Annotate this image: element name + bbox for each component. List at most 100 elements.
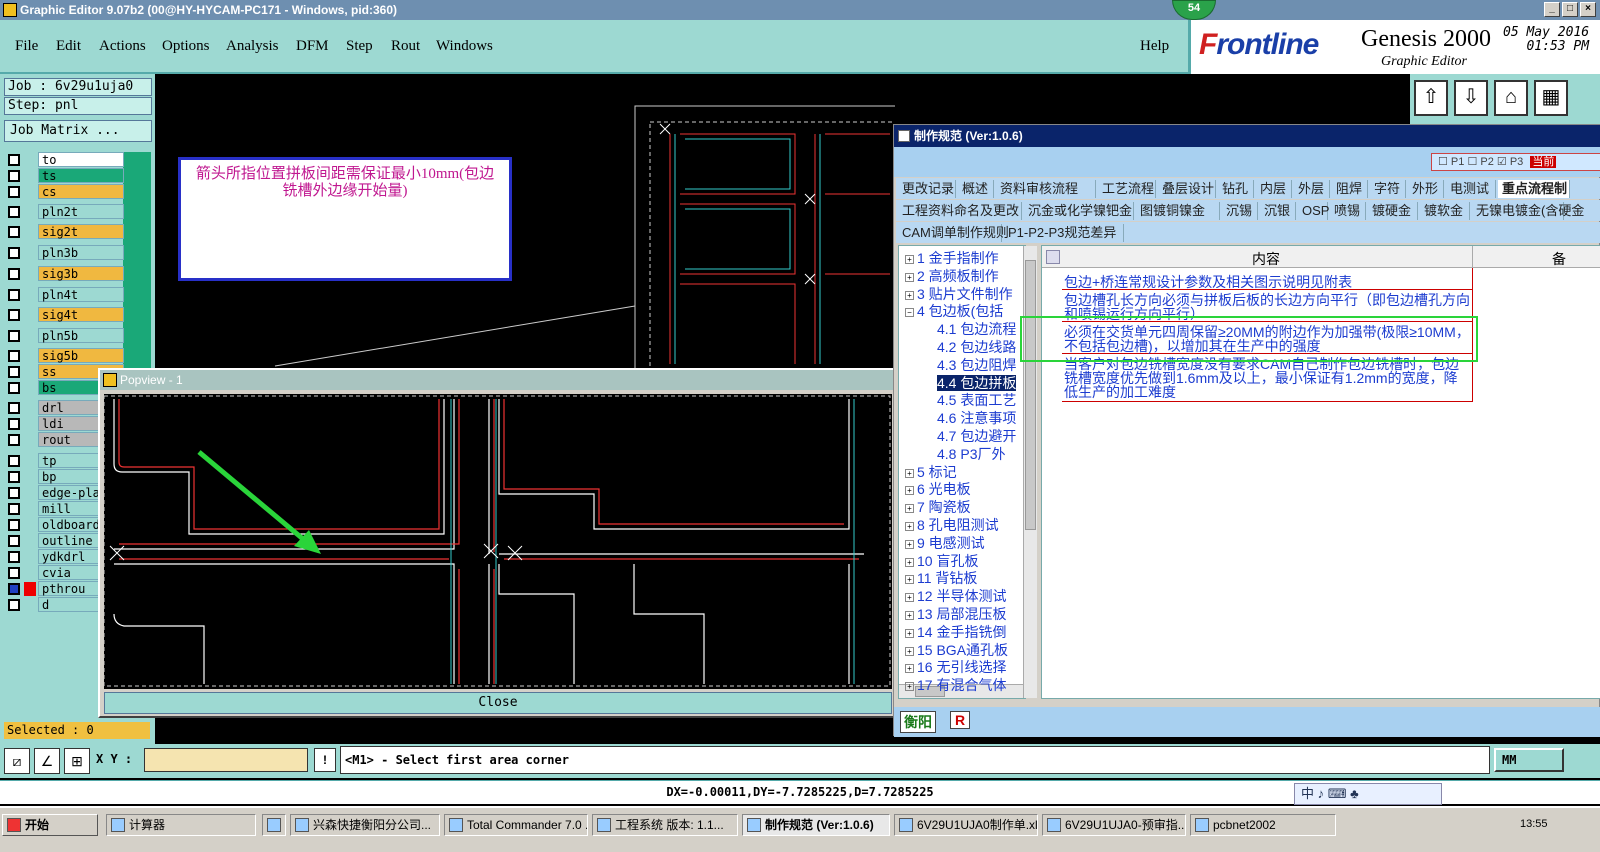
- layer-row-pln5b[interactable]: pln5b: [6, 328, 124, 344]
- minimize-button[interactable]: _: [1544, 2, 1560, 17]
- layer-row-sig4t[interactable]: sig4t: [6, 307, 124, 323]
- snap-icon[interactable]: ⧄: [4, 748, 30, 774]
- menu-windows[interactable]: Windows: [436, 38, 493, 55]
- plant-selector[interactable]: ☐ P1 ☐ P2 ☑ P3 当前: [1431, 153, 1600, 171]
- tree-node[interactable]: 4.6 注意事项: [937, 410, 1019, 427]
- expand-icon[interactable]: +: [905, 539, 914, 549]
- layer-row-sig2t[interactable]: sig2t: [6, 224, 124, 240]
- layer-name[interactable]: ts: [38, 168, 124, 183]
- layer-name[interactable]: cs: [38, 184, 124, 199]
- layer-checkbox[interactable]: [8, 382, 20, 394]
- layer-checkbox[interactable]: [8, 226, 20, 238]
- tab-row1-1[interactable]: 概述: [958, 180, 994, 198]
- tab-row3-1[interactable]: P1-P2-P3规范差异: [1004, 224, 1124, 242]
- footer-r-button[interactable]: R: [950, 711, 971, 729]
- menu-analysis[interactable]: Analysis: [226, 38, 279, 55]
- tree-node[interactable]: 4.4 包边拼板: [937, 374, 1019, 392]
- layer-checkbox[interactable]: [8, 309, 20, 321]
- window-split-icon[interactable]: ▦: [1534, 80, 1568, 116]
- p1-checkbox[interactable]: ☐: [1438, 156, 1451, 168]
- expand-icon[interactable]: +: [905, 255, 914, 264]
- layer-checkbox[interactable]: [8, 402, 20, 414]
- layer-checkbox[interactable]: [8, 519, 20, 531]
- layer-name[interactable]: pln4t: [38, 287, 124, 302]
- layer-name[interactable]: sig5b: [38, 348, 124, 363]
- menu-options[interactable]: Options: [162, 38, 210, 55]
- tab-row1-11[interactable]: 电测试: [1446, 180, 1496, 198]
- taskbar-item[interactable]: 兴森快捷衡阳分公司...: [290, 814, 440, 836]
- p3-checkbox[interactable]: ☑: [1497, 156, 1510, 168]
- tree-node[interactable]: 4.1 包边流程: [937, 321, 1019, 338]
- expand-icon[interactable]: +: [905, 611, 914, 620]
- tab-row1-5[interactable]: 钻孔: [1218, 180, 1254, 198]
- layer-name[interactable]: sig4t: [38, 307, 124, 322]
- tree-node[interactable]: +17 有混合气体: [905, 677, 1023, 694]
- home-icon[interactable]: ⌂: [1494, 80, 1528, 116]
- tab-row2-0[interactable]: 工程资料命名及更改: [898, 202, 1022, 220]
- grid-icon[interactable]: ⊞: [64, 748, 90, 774]
- tab-row1-7[interactable]: 外层: [1294, 180, 1330, 198]
- menu-edit[interactable]: Edit: [56, 38, 81, 55]
- layer-row-pln4t[interactable]: pln4t: [6, 287, 124, 303]
- taskbar-item[interactable]: 计算器: [106, 814, 256, 836]
- layer-checkbox[interactable]: [8, 289, 20, 301]
- layer-checkbox[interactable]: [8, 170, 20, 182]
- tab-row1-9[interactable]: 字符: [1370, 180, 1406, 198]
- grid-select-all[interactable]: [1046, 250, 1060, 264]
- layer-checkbox[interactable]: [8, 154, 20, 166]
- maximize-button[interactable]: □: [1562, 2, 1578, 17]
- layer-row-to[interactable]: to: [6, 152, 124, 168]
- popview-close-button[interactable]: Close: [104, 692, 892, 714]
- layer-checkbox[interactable]: [8, 471, 20, 483]
- menu-file[interactable]: File: [15, 38, 38, 55]
- tree-node[interactable]: +11 背钻板: [905, 570, 1023, 587]
- tree-vertical-scrollbar[interactable]: [1023, 246, 1037, 698]
- expand-icon[interactable]: +: [905, 486, 914, 496]
- layer-row-sig3b[interactable]: sig3b: [6, 266, 124, 282]
- taskbar-item[interactable]: 工程系统 版本: 1.1...: [592, 814, 738, 836]
- layer-checkbox[interactable]: [8, 487, 20, 499]
- layer-name[interactable]: pln3b: [38, 245, 124, 260]
- expand-icon[interactable]: +: [905, 628, 914, 638]
- layer-name[interactable]: pln5b: [38, 328, 124, 343]
- expand-icon[interactable]: +: [905, 504, 914, 514]
- layer-row-sig5b[interactable]: sig5b: [6, 348, 124, 364]
- units-dropdown[interactable]: MM: [1494, 748, 1564, 772]
- tab-row1-8[interactable]: 阻焊: [1332, 180, 1368, 198]
- expand-icon[interactable]: +: [905, 575, 914, 585]
- tree-node[interactable]: 4.7 包边避开: [937, 428, 1019, 445]
- layer-checkbox[interactable]: [8, 206, 20, 218]
- layer-name[interactable]: sig2t: [38, 224, 124, 239]
- layer-checkbox[interactable]: [8, 330, 20, 342]
- tree-node[interactable]: +12 半导体测试: [905, 588, 1023, 605]
- menu-step[interactable]: Step: [346, 38, 373, 55]
- layer-row-cs[interactable]: cs: [6, 184, 124, 200]
- layer-checkbox[interactable]: [8, 366, 20, 378]
- taskbar-item[interactable]: pcbnet2002: [1190, 814, 1336, 836]
- layer-checkbox[interactable]: [8, 455, 20, 467]
- layer-checkbox[interactable]: [8, 599, 20, 611]
- ime-toolbar[interactable]: 中 ♪ ⌨ ♣: [1294, 783, 1442, 805]
- tab-row1-10[interactable]: 外形: [1408, 180, 1444, 198]
- layer-checkbox[interactable]: [8, 551, 20, 563]
- layer-checkbox[interactable]: [8, 247, 20, 259]
- tab-row2-2[interactable]: 图镀铜镍金: [1136, 202, 1220, 220]
- tree-node[interactable]: +16 无引线选择: [905, 659, 1023, 676]
- tree-node[interactable]: +6 光电板: [905, 481, 1023, 498]
- menu-rout[interactable]: Rout: [391, 38, 420, 55]
- layer-row-pln2t[interactable]: pln2t: [6, 204, 124, 220]
- layer-checkbox[interactable]: [8, 268, 20, 280]
- layer-checkbox[interactable]: [8, 535, 20, 547]
- tree-node[interactable]: 4.3 包边阻焊: [937, 357, 1019, 374]
- xy-input[interactable]: [144, 748, 308, 772]
- tree-node[interactable]: +5 标记: [905, 464, 1023, 481]
- tab-row1-6[interactable]: 内层: [1256, 180, 1292, 198]
- taskbar-item[interactable]: Total Commander 7.0 ...: [444, 814, 588, 836]
- taskbar-item[interactable]: 制作规范 (Ver:1.0.6): [742, 814, 890, 836]
- menu-actions[interactable]: Actions: [99, 38, 146, 55]
- tab-row3-0[interactable]: CAM调单制作规则: [898, 224, 1009, 242]
- tab-row1-3[interactable]: 工艺流程: [1098, 180, 1156, 198]
- tab-row2-3[interactable]: 沉锡: [1222, 202, 1258, 220]
- expand-icon[interactable]: +: [905, 522, 914, 531]
- layer-name[interactable]: sig3b: [38, 266, 124, 281]
